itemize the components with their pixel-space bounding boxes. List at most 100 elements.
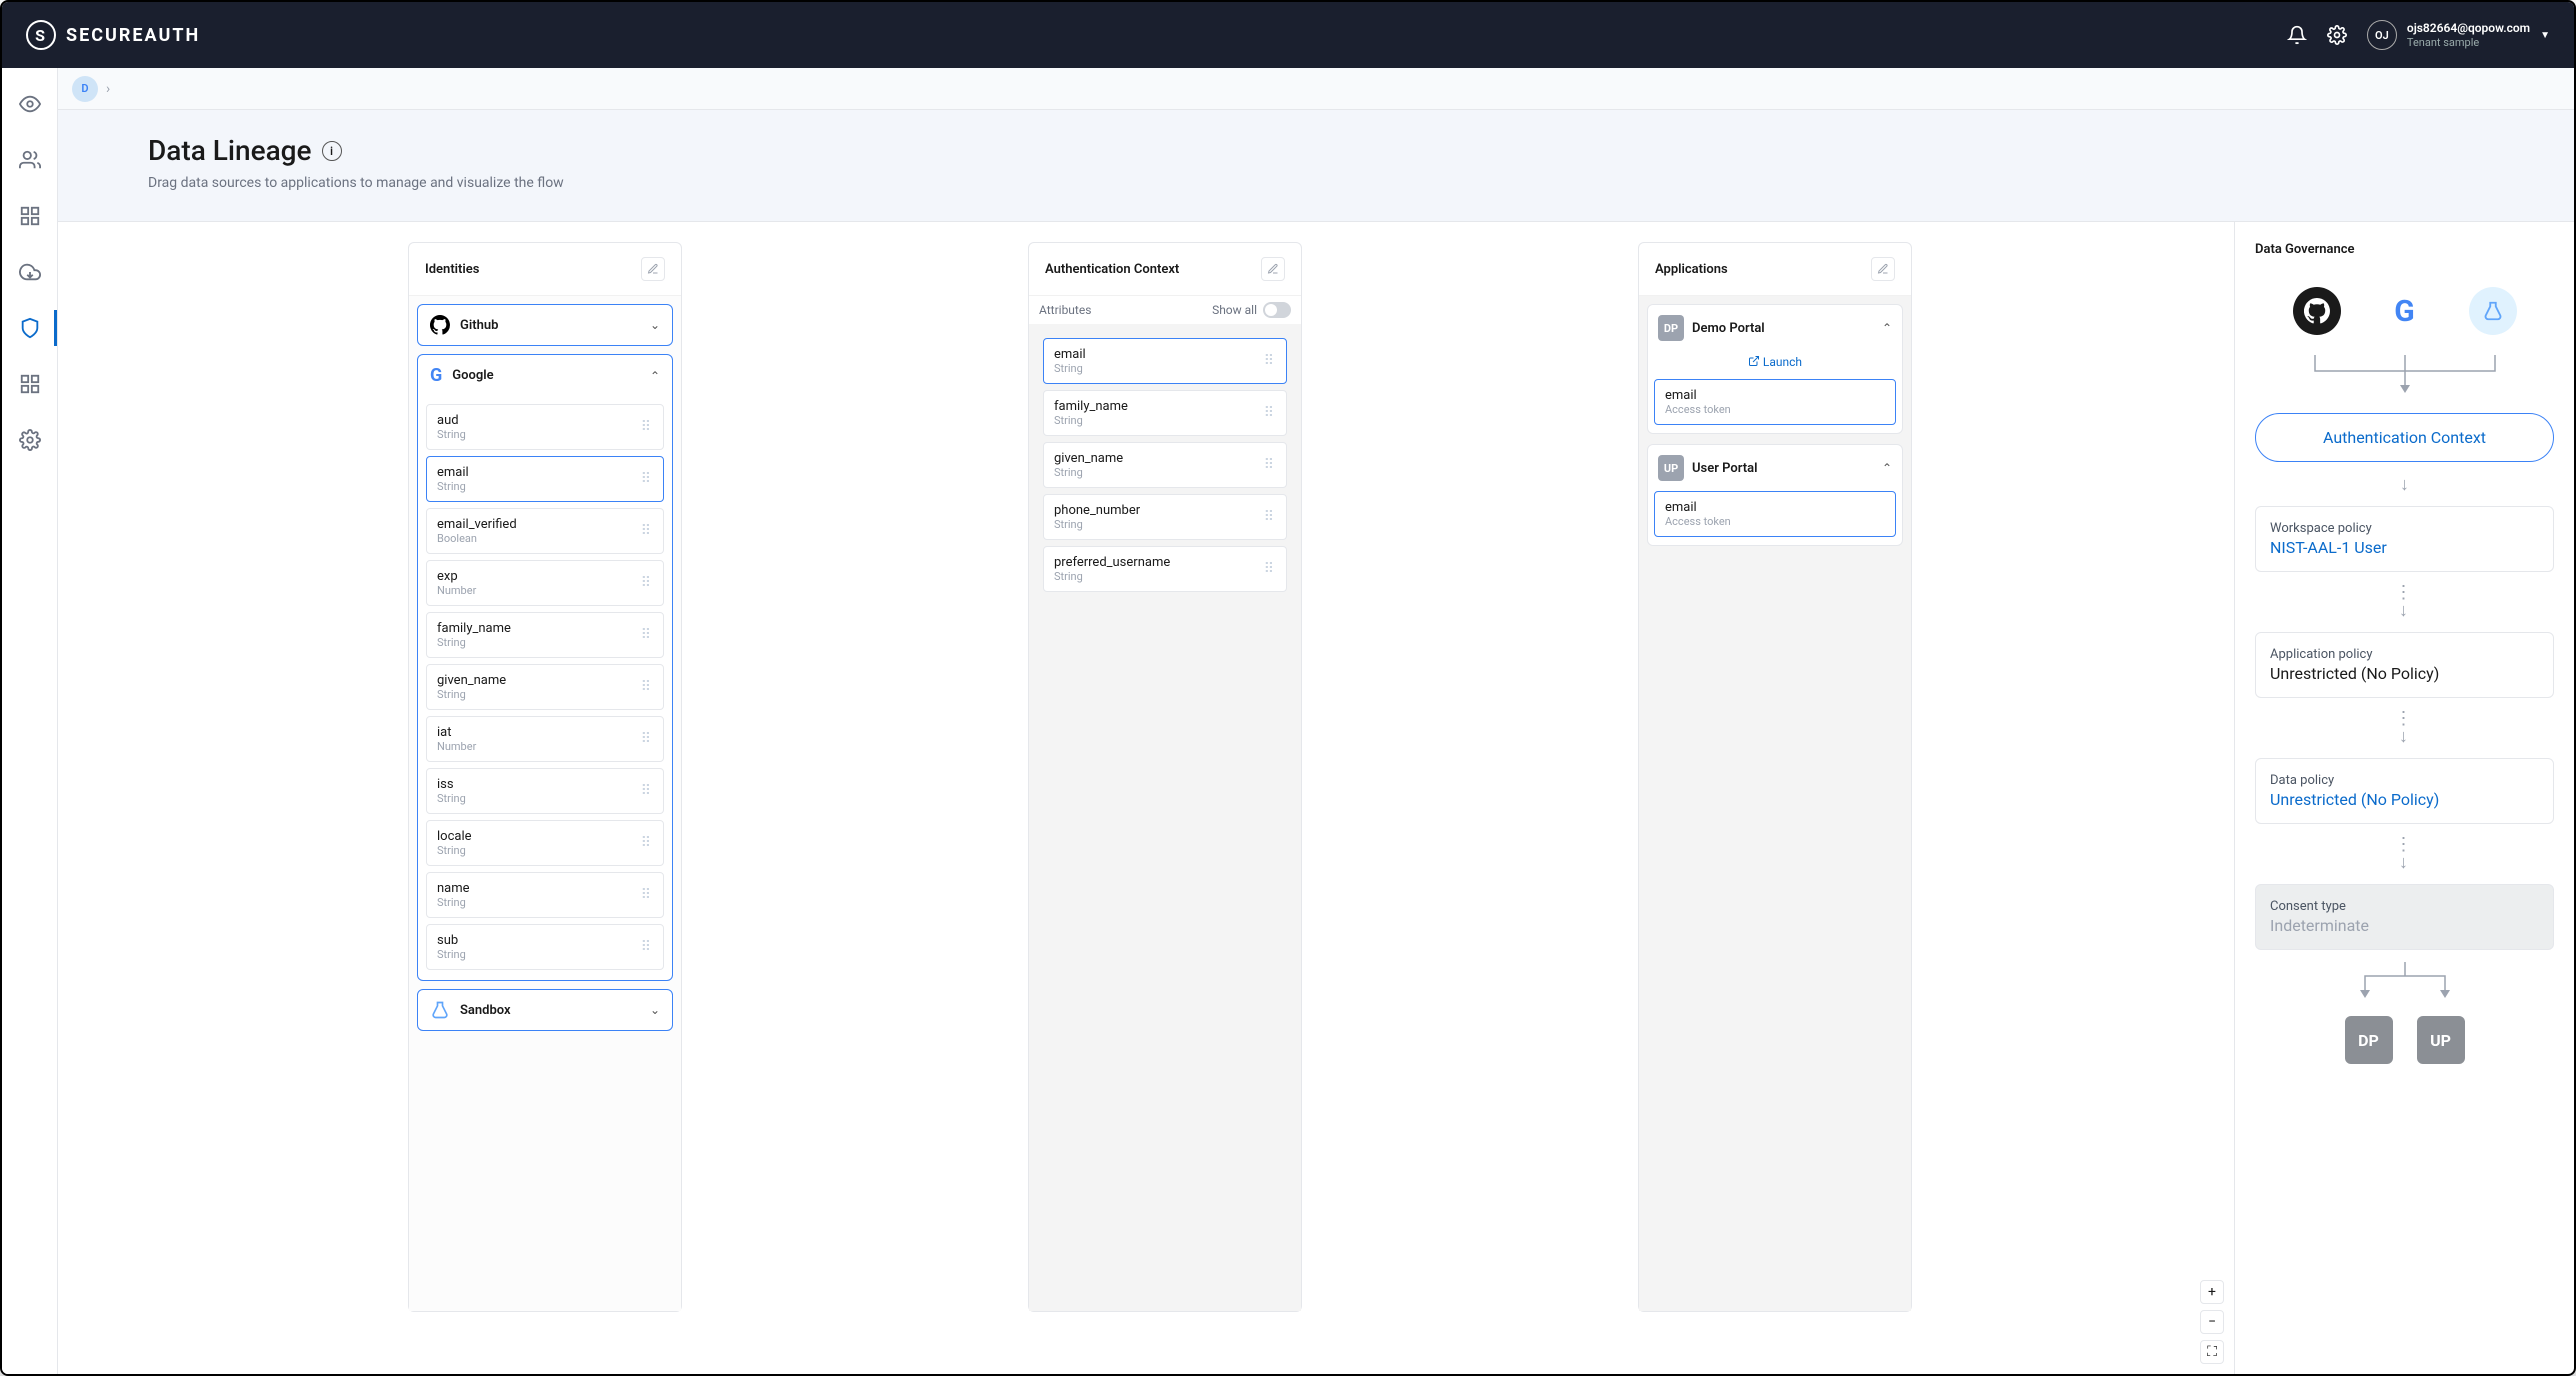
drag-handle-icon[interactable]: ⠿ <box>641 939 653 955</box>
attribute-row[interactable]: emailString⠿ <box>426 456 664 502</box>
attribute-row[interactable]: given_nameString⠿ <box>426 664 664 710</box>
app-label: User Portal <box>1692 461 1757 476</box>
drag-handle-icon[interactable]: ⠿ <box>641 731 653 747</box>
drag-handle-icon[interactable]: ⠿ <box>641 419 653 435</box>
attribute-row[interactable]: localeString⠿ <box>426 820 664 866</box>
drag-handle-icon[interactable]: ⠿ <box>1264 509 1276 525</box>
fullscreen-button[interactable]: ⛶ <box>2200 1340 2224 1364</box>
attribute-row[interactable]: family_nameString⠿ <box>1043 390 1287 436</box>
drag-handle-icon[interactable]: ⠿ <box>641 887 653 903</box>
drag-handle-icon[interactable]: ⠿ <box>641 575 653 591</box>
consent-label: Consent type <box>2270 899 2539 914</box>
show-all-toggle[interactable] <box>1263 302 1291 318</box>
attribute-row[interactable]: subString⠿ <box>426 924 664 970</box>
attr-name: family_name <box>437 621 511 636</box>
attribute-row[interactable]: emailString⠿ <box>1043 338 1287 384</box>
drag-handle-icon[interactable]: ⠿ <box>641 835 653 851</box>
drag-handle-icon[interactable]: ⠿ <box>1264 405 1276 421</box>
sidebar-item-extensions[interactable] <box>2 358 57 410</box>
attr-name: name <box>437 881 470 896</box>
github-icon <box>430 315 450 335</box>
app-badge-up[interactable]: UP <box>2417 1016 2465 1064</box>
attr-type: Number <box>437 740 476 753</box>
user-menu[interactable]: OJ ojs82664@qopow.com Tenant sample ▼ <box>2367 20 2550 50</box>
attr-name: exp <box>437 569 476 584</box>
sidebar-item-overview[interactable] <box>2 78 57 130</box>
sidebar-item-security[interactable] <box>2 302 57 354</box>
chevron-down-icon: ▼ <box>2540 30 2550 41</box>
attr-name: iss <box>437 777 466 792</box>
page-header: Data Lineage i Drag data sources to appl… <box>58 110 2574 222</box>
drag-handle-icon[interactable]: ⠿ <box>641 627 653 643</box>
card-label: Application policy <box>2270 647 2539 662</box>
attribute-row[interactable]: nameString ⠿ <box>426 872 664 918</box>
topbar: S SECUREAUTH OJ ojs82664@qopow.com Tenan… <box>2 2 2574 68</box>
brand-icon: S <box>26 20 56 50</box>
application-panel: UP User Portal ⌃ email Access token <box>1647 444 1903 546</box>
breadcrumb-chip[interactable]: D <box>72 76 98 102</box>
attribute-row[interactable]: email_verifiedBoolean⠿ <box>426 508 664 554</box>
edit-button[interactable] <box>1871 257 1895 281</box>
app-badge-dp[interactable]: DP <box>2345 1016 2393 1064</box>
auth-context-pill[interactable]: Authentication Context <box>2255 413 2554 462</box>
edit-button[interactable] <box>1261 257 1285 281</box>
app-head[interactable]: UP User Portal ⌃ <box>1648 445 1902 491</box>
drag-handle-icon[interactable]: ⠿ <box>641 783 653 799</box>
attribute-row[interactable]: audString⠿ <box>426 404 664 450</box>
app-attribute[interactable]: email Access token <box>1654 379 1896 425</box>
zoom-in-button[interactable]: + <box>2200 1280 2224 1304</box>
drag-handle-icon[interactable]: ⠿ <box>1264 561 1276 577</box>
attr-sub: Access token <box>1665 403 1885 416</box>
user-email: ojs82664@qopow.com <box>2407 21 2530 35</box>
attribute-row[interactable]: expNumber⠿ <box>426 560 664 606</box>
identity-provider-sandbox[interactable]: Sandbox ⌄ <box>417 989 673 1031</box>
attribute-row[interactable]: family_nameString⠿ <box>426 612 664 658</box>
github-icon <box>2293 287 2341 335</box>
bell-icon[interactable] <box>2287 25 2307 45</box>
drag-handle-icon[interactable]: ⠿ <box>641 679 653 695</box>
provider-label: Sandbox <box>460 1003 511 1018</box>
provider-label: Github <box>460 318 498 333</box>
attribute-row[interactable]: preferred_usernameString⠿ <box>1043 546 1287 592</box>
gear-icon[interactable] <box>2327 25 2347 45</box>
app-head[interactable]: DP Demo Portal ⌃ <box>1648 305 1902 351</box>
app-label: Demo Portal <box>1692 321 1765 336</box>
attribute-row[interactable]: issString⠿ <box>426 768 664 814</box>
auth-context-column: Authentication Context Attributes Show a… <box>1028 242 1302 1312</box>
drag-handle-icon[interactable]: ⠿ <box>1264 353 1276 369</box>
sidebar-item-cloud[interactable] <box>2 246 57 298</box>
attr-type: String <box>437 896 470 909</box>
zoom-out-button[interactable]: − <box>2200 1310 2224 1334</box>
flask-icon <box>430 1000 450 1020</box>
card-label: Workspace policy <box>2270 521 2539 536</box>
governance-card[interactable]: Application policy Unrestricted (No Polic… <box>2255 632 2554 698</box>
attribute-row[interactable]: phone_numberString⠿ <box>1043 494 1287 540</box>
attr-type: String <box>437 688 506 701</box>
card-value: NIST-AAL-1 User <box>2270 538 2539 557</box>
drag-handle-icon[interactable]: ⠿ <box>1264 457 1276 473</box>
drag-handle-icon[interactable]: ⠿ <box>641 471 653 487</box>
card-value: Unrestricted (No Policy) <box>2270 664 2539 683</box>
launch-button[interactable]: Launch <box>1648 351 1902 379</box>
identity-provider-github[interactable]: Github ⌄ <box>417 304 673 346</box>
chevron-up-icon: ⌃ <box>650 369 660 383</box>
app-attribute[interactable]: email Access token <box>1654 491 1896 537</box>
card-value: Unrestricted (No Policy) <box>2270 790 2539 809</box>
edit-button[interactable] <box>641 257 665 281</box>
info-icon[interactable]: i <box>322 141 342 161</box>
governance-card[interactable]: Workspace policy NIST-AAL-1 User <box>2255 506 2554 572</box>
app-badge: UP <box>1658 455 1684 481</box>
chevron-down-icon: ⌄ <box>650 1003 660 1017</box>
google-icon: G <box>2381 287 2429 335</box>
governance-card[interactable]: Data policyUnrestricted (No Policy) <box>2255 758 2554 824</box>
attribute-row[interactable]: iatNumber⠿ <box>426 716 664 762</box>
sidebar-item-users[interactable] <box>2 134 57 186</box>
canvas[interactable]: Identities Github <box>58 222 2234 1374</box>
drag-handle-icon[interactable]: ⠿ <box>641 523 653 539</box>
applications-column: Applications DP Demo Portal ⌃ Launch ema… <box>1638 242 1912 1312</box>
attr-type: String <box>1054 518 1140 531</box>
attribute-row[interactable]: given_nameString⠿ <box>1043 442 1287 488</box>
sidebar-item-apps[interactable] <box>2 190 57 242</box>
arrow-down-dotted-icon: ⋮ ↓ <box>2255 584 2554 620</box>
sidebar-item-settings[interactable] <box>2 414 57 466</box>
